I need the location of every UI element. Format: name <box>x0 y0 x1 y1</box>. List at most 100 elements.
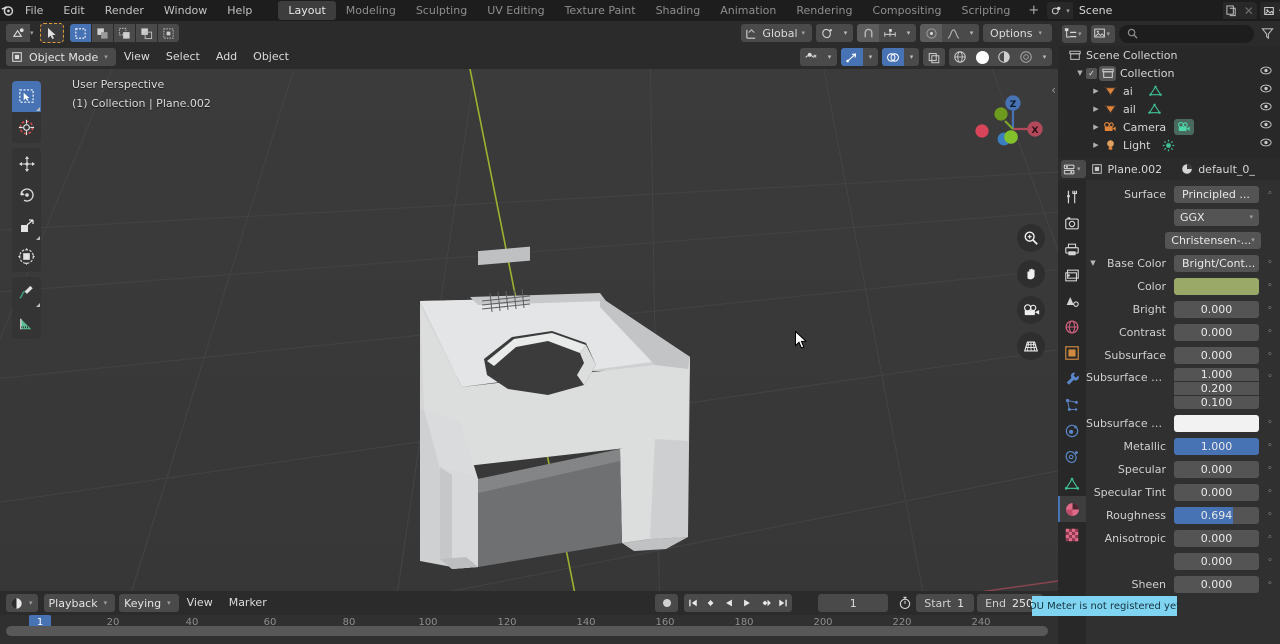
gizmo-selector[interactable]: ▾ <box>841 48 878 66</box>
material-tab[interactable] <box>1058 496 1086 522</box>
falloff-curve-icon[interactable] <box>942 24 964 42</box>
outliner-filter-id[interactable]: ▾ <box>1090 24 1116 43</box>
world-tab[interactable] <box>1058 314 1086 340</box>
color-swatch[interactable] <box>1174 277 1259 295</box>
outliner-row-scene-collection[interactable]: Scene Collection <box>1058 46 1280 64</box>
viewport-menu-view[interactable]: View <box>116 48 158 66</box>
measure-tool[interactable] <box>12 308 41 339</box>
outliner-row-ai[interactable]: ▶ ai <box>1058 82 1280 100</box>
timeline-menu-marker[interactable]: Marker <box>221 594 275 612</box>
output-tab[interactable] <box>1058 236 1086 262</box>
breadcrumb-material-label[interactable]: default_0_ <box>1198 163 1255 176</box>
viewport-menu-select[interactable]: Select <box>158 48 208 66</box>
subsurface-value-field[interactable]: 0.000 <box>1174 346 1259 364</box>
menu-window[interactable]: Window <box>154 0 217 21</box>
menu-help[interactable]: Help <box>217 0 262 21</box>
3d-model-plane002[interactable] <box>0 69 1058 591</box>
subsurface-radius-y[interactable]: 0.200 <box>1174 382 1259 395</box>
play-button[interactable] <box>738 594 756 612</box>
eye-icon[interactable] <box>1260 138 1272 147</box>
link-dot-icon[interactable]: ◦ <box>1262 258 1278 268</box>
expand-triangle-icon[interactable]: ▼ <box>1074 67 1086 79</box>
chevron-down-icon[interactable]: ▾ <box>1037 48 1052 66</box>
chevron-down-icon[interactable]: ▾ <box>1251 236 1255 244</box>
tab-sculpting[interactable]: Sculpting <box>406 1 477 20</box>
auto-keying-button[interactable] <box>655 594 679 612</box>
link-dot-icon[interactable]: ◦ <box>1262 441 1278 451</box>
proportional-edit-icon[interactable] <box>920 24 943 42</box>
chevron-down-icon[interactable]: ▾ <box>1249 213 1253 221</box>
jump-to-end-button[interactable] <box>774 594 792 612</box>
shading-material-preview-icon[interactable] <box>993 48 1015 66</box>
rotate-tool[interactable] <box>12 179 41 210</box>
view-layer-selector[interactable]: ▾ View Layer ✕ <box>1259 2 1280 19</box>
chevron-down-icon[interactable]: ▾ <box>901 24 916 42</box>
outliner-row-ail[interactable]: ▶ ail <box>1058 100 1280 118</box>
viewport-menu-object[interactable]: Object <box>245 48 297 66</box>
new-scene-icon[interactable] <box>1223 2 1241 19</box>
chevron-down-icon[interactable]: ▾ <box>838 24 853 42</box>
link-dot-icon[interactable]: ◦ <box>1262 327 1278 337</box>
link-dot-icon[interactable]: ◦ <box>1262 189 1278 199</box>
tool-tab[interactable] <box>1058 184 1086 210</box>
timeline-menu-playback[interactable]: Playback ▾ <box>43 594 116 612</box>
chevron-down-icon[interactable]: ▾ <box>802 29 809 37</box>
base-color-node-picker[interactable]: Bright/Cont... <box>1174 254 1259 272</box>
annotate-tool[interactable] <box>12 277 41 308</box>
timeline-track[interactable]: 20 40 60 80 100 120 140 160 180 200 220 … <box>0 615 1058 644</box>
start-frame-field[interactable]: Start 1 <box>916 594 975 612</box>
mesh-data-icon[interactable] <box>1148 103 1161 115</box>
snap-increment-icon[interactable] <box>879 24 901 42</box>
menu-edit[interactable]: Edit <box>53 0 94 21</box>
camera-view-icon[interactable] <box>1017 296 1045 324</box>
specular-value-field[interactable]: 0.000 <box>1174 460 1259 478</box>
properties-editor-type[interactable]: ▾ <box>1061 160 1086 178</box>
select-extend-icon[interactable] <box>92 24 113 42</box>
chevron-down-icon[interactable]: ▾ <box>1038 29 1045 37</box>
expand-triangle-icon[interactable]: ▶ <box>1090 103 1102 115</box>
link-dot-icon[interactable]: ◦ <box>1262 579 1278 589</box>
object-tab[interactable] <box>1058 340 1086 366</box>
sheen-value-field[interactable]: 0.000 <box>1174 575 1259 593</box>
light-data-icon[interactable] <box>1162 139 1175 152</box>
subsurface-radius-z[interactable]: 0.100 <box>1174 396 1259 409</box>
chevron-down-icon[interactable]: ▾ <box>1107 30 1114 38</box>
eye-icon[interactable] <box>1260 102 1272 111</box>
tab-texture-paint[interactable]: Texture Paint <box>555 1 646 20</box>
contrast-value-field[interactable]: 0.000 <box>1174 323 1259 341</box>
link-dot-icon[interactable]: ◦ <box>1262 487 1278 497</box>
eye-icon[interactable] <box>1260 84 1272 93</box>
texture-tab[interactable] <box>1058 522 1086 548</box>
blender-logo-icon[interactable] <box>0 0 15 21</box>
link-dot-icon[interactable]: ◦ <box>1262 350 1278 360</box>
subsurface-radius-x[interactable]: 1.000 <box>1174 368 1259 381</box>
chevron-down-icon[interactable]: ▾ <box>1077 165 1084 173</box>
modifier-tab[interactable] <box>1058 366 1086 392</box>
subsurface-color-swatch[interactable] <box>1174 414 1259 432</box>
tab-shading[interactable]: Shading <box>646 1 711 20</box>
add-workspace-button[interactable]: + <box>1020 0 1047 21</box>
tab-modeling[interactable]: Modeling <box>336 1 406 20</box>
link-dot-icon[interactable]: ◦ <box>1262 281 1278 291</box>
jump-to-start-button[interactable] <box>684 594 702 612</box>
outliner-row-collection[interactable]: ▼ ✓ Collection <box>1058 64 1280 82</box>
distribution-dropdown[interactable]: GGX ▾ <box>1174 208 1259 226</box>
constraints-tab[interactable] <box>1058 444 1086 470</box>
roughness-slider[interactable]: 0.694 <box>1174 506 1259 524</box>
link-dot-icon[interactable]: ◦ <box>1262 556 1278 566</box>
link-dot-icon[interactable]: ◦ <box>1262 510 1278 520</box>
active-tool-button[interactable] <box>40 23 64 43</box>
surface-shader-picker[interactable]: Principled ... <box>1174 185 1259 203</box>
stopwatch-icon[interactable] <box>894 594 916 612</box>
transform-orientation-selector[interactable]: Global ▾ <box>741 24 813 42</box>
tab-compositing[interactable]: Compositing <box>863 1 952 20</box>
transform-tool[interactable] <box>12 241 41 272</box>
breadcrumb-object-label[interactable]: Plane.002 <box>1108 163 1163 176</box>
shading-rendered-icon[interactable] <box>1015 48 1037 66</box>
chevron-down-icon[interactable]: ▾ <box>104 53 111 61</box>
zoom-view-icon[interactable] <box>1017 224 1045 252</box>
outliner-row-light[interactable]: ▶ Light <box>1058 136 1280 154</box>
menu-render[interactable]: Render <box>95 0 154 21</box>
anisotropic-value-field[interactable]: 0.000 <box>1174 529 1259 547</box>
select-invert-icon[interactable] <box>136 24 157 42</box>
